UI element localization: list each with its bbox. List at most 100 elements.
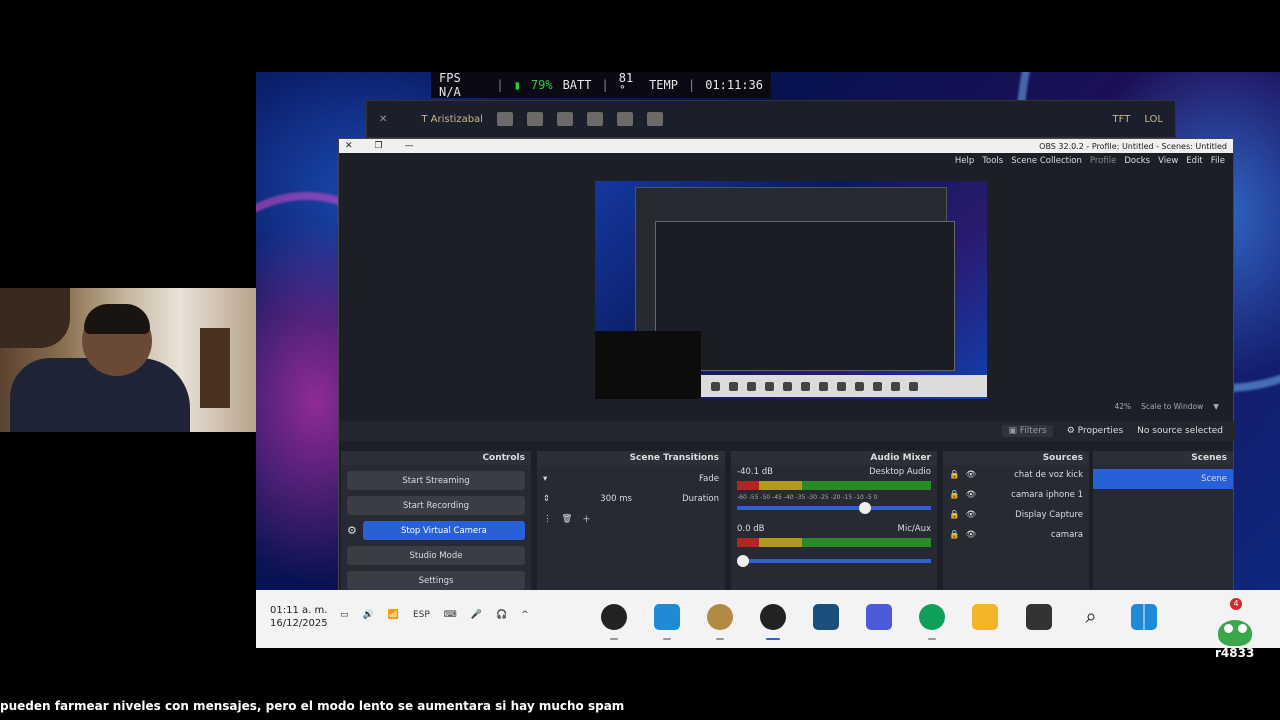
- league-taskbar-icon[interactable]: [707, 604, 733, 630]
- list-item[interactable]: 🔒 👁 chat de voz kick: [943, 465, 1089, 485]
- client-icon[interactable]: [616, 112, 633, 126]
- temp-label: TEMP: [649, 78, 678, 92]
- client-tab-tft[interactable]: TFT: [1113, 114, 1131, 125]
- channel-db: -40.1 dB: [737, 467, 773, 477]
- volume-slider[interactable]: [737, 555, 931, 567]
- store-taskbar-icon[interactable]: [654, 604, 680, 630]
- search-icon[interactable]: ⌕: [1078, 604, 1104, 630]
- list-item[interactable]: 🔒 👁 camara: [943, 525, 1089, 545]
- client-icon[interactable]: [496, 112, 513, 126]
- lock-icon[interactable]: 🔒: [949, 510, 960, 520]
- source-name: Display Capture: [1015, 510, 1083, 520]
- battery-icon[interactable]: ▭: [340, 610, 349, 620]
- gear-icon[interactable]: ⚙: [347, 524, 357, 537]
- lock-icon[interactable]: 🔒: [949, 490, 960, 500]
- taskbar-clock[interactable]: 01:11 a. m. 16/12/2025: [270, 604, 328, 630]
- start-streaming-button[interactable]: Start Streaming: [347, 471, 525, 490]
- file-explorer-icon[interactable]: [972, 604, 998, 630]
- menu-tools[interactable]: Tools: [982, 156, 1003, 166]
- source-toolbar: ▣ Filters ⚙ Properties No source selecte…: [339, 421, 1235, 441]
- obs-preview[interactable]: [595, 181, 987, 399]
- client-icon[interactable]: [586, 112, 603, 126]
- menu-scene-collection[interactable]: Scene Collection: [1011, 156, 1082, 166]
- terminal-taskbar-icon[interactable]: [1026, 604, 1052, 630]
- menu-docks[interactable]: Docks: [1124, 156, 1150, 166]
- obs-active-taskbar-icon[interactable]: [760, 604, 786, 630]
- studio-mode-button[interactable]: Studio Mode: [347, 546, 525, 565]
- list-item[interactable]: 🔒 👁 Display Capture: [943, 505, 1089, 525]
- start-recording-button[interactable]: Start Recording: [347, 496, 525, 515]
- duration-value[interactable]: 300 ms: [600, 494, 632, 504]
- menu-help[interactable]: Help: [955, 156, 974, 166]
- app-taskbar-icon[interactable]: [813, 604, 839, 630]
- volume-icon[interactable]: 🔊: [363, 610, 374, 620]
- trash-icon[interactable]: 🗑: [562, 514, 573, 524]
- chevron-down-icon[interactable]: ▾: [543, 474, 547, 484]
- eye-icon[interactable]: 👁: [966, 470, 977, 480]
- list-item[interactable]: 🔒 👁 camara iphone 1: [943, 485, 1089, 505]
- preview-dark-area: [595, 331, 701, 399]
- chevron-up-icon[interactable]: ^: [521, 610, 529, 620]
- audio-mixer-dock: Audio Mixer -40.1 dB Desktop Audio -60 -…: [731, 451, 937, 593]
- source-name: camara: [1050, 530, 1083, 540]
- volume-meter: [737, 538, 931, 547]
- more-icon[interactable]: ⋮: [543, 514, 552, 524]
- volume-slider[interactable]: [737, 502, 931, 514]
- stepper-icon[interactable]: ⇕: [543, 494, 550, 504]
- menu-edit[interactable]: Edit: [1186, 156, 1202, 166]
- hud-time: 01:11:36: [705, 78, 763, 92]
- properties-button[interactable]: ⚙ Properties: [1067, 426, 1123, 436]
- minimize-icon[interactable]: —: [405, 141, 414, 151]
- no-source-label: No source selected: [1137, 426, 1223, 436]
- preview-zoom[interactable]: 42%: [1114, 402, 1131, 414]
- client-icon[interactable]: [556, 112, 573, 126]
- preview-scale[interactable]: Scale to Window: [1141, 402, 1203, 414]
- lock-icon[interactable]: 🔒: [949, 530, 960, 540]
- viewer-badge: 4 r4833: [1212, 598, 1268, 664]
- headset-icon[interactable]: 🎧: [496, 610, 507, 620]
- menu-view[interactable]: View: [1158, 156, 1178, 166]
- edge-taskbar-icon[interactable]: [919, 604, 945, 630]
- list-item[interactable]: Scene: [1093, 469, 1233, 489]
- obs-window: ✕ ❐ — OBS 32.0.2 - Profile: Untitled - S…: [338, 138, 1235, 593]
- client-icon[interactable]: [526, 112, 543, 126]
- channel-name: Desktop Audio: [869, 467, 931, 477]
- close-icon[interactable]: ✕: [379, 114, 387, 125]
- client-tab-lol[interactable]: LOL: [1144, 114, 1163, 125]
- eye-icon[interactable]: 👁: [966, 530, 977, 540]
- duration-label: Duration: [682, 494, 719, 504]
- microphone-icon[interactable]: 🎤: [471, 610, 482, 620]
- wifi-icon[interactable]: 📶: [388, 610, 399, 620]
- restore-icon[interactable]: ❐: [375, 141, 383, 151]
- filters-button[interactable]: ▣ Filters: [1002, 425, 1053, 437]
- close-icon[interactable]: ✕: [345, 141, 353, 151]
- windows-taskbar: 01:11 a. m. 16/12/2025 ▭ 🔊 📶 ESP ⌨ 🎤 🎧 ^: [256, 590, 1280, 648]
- menu-file[interactable]: File: [1211, 156, 1225, 166]
- chat-caption: pueden farmear niveles con mensajes, per…: [0, 699, 625, 713]
- obs-taskbar-icon[interactable]: [601, 604, 627, 630]
- menu-profile[interactable]: Profile: [1090, 156, 1116, 166]
- client-icon[interactable]: [646, 112, 663, 126]
- batt-value: 79%: [530, 78, 553, 92]
- obs-titlebar: ✕ ❐ — OBS 32.0.2 - Profile: Untitled - S…: [339, 139, 1233, 153]
- chevron-down-icon[interactable]: ▼: [1213, 402, 1219, 414]
- eye-icon[interactable]: 👁: [966, 510, 977, 520]
- badge-label: r4833: [1215, 646, 1255, 660]
- meter-scale: -60 -55 -50 -45 -40 -35 -30 -25 -20 -15 …: [737, 493, 878, 501]
- obs-menubar: Help Tools Scene Collection Profile Dock…: [339, 153, 1233, 169]
- transition-type[interactable]: Fade: [699, 474, 719, 484]
- app-taskbar-icon[interactable]: [866, 604, 892, 630]
- add-icon[interactable]: ＋: [582, 513, 591, 525]
- windows-start-icon[interactable]: [1131, 604, 1157, 630]
- frog-emote-icon: [1218, 620, 1252, 646]
- eye-icon[interactable]: 👁: [966, 490, 977, 500]
- temp-value: 81 ̊: [618, 72, 634, 85]
- mixer-title: Audio Mixer: [870, 453, 931, 463]
- keyboard-icon[interactable]: ⌨: [444, 610, 457, 620]
- language-indicator[interactable]: ESP: [413, 610, 430, 620]
- stop-virtual-camera-button[interactable]: Stop Virtual Camera: [362, 521, 525, 540]
- settings-button[interactable]: Settings: [347, 571, 525, 590]
- lock-icon[interactable]: 🔒: [949, 470, 960, 480]
- fps-readout: FPS N/A: [439, 72, 461, 99]
- client-user: T Aristizabal: [421, 113, 483, 125]
